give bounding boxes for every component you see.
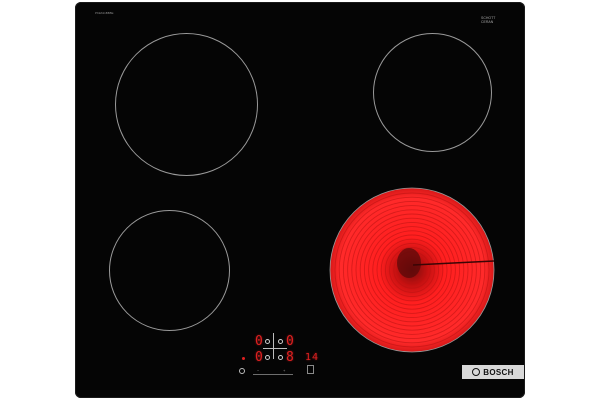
hot-zone-center-mark: [397, 248, 421, 278]
cooking-zone-rear-left: [115, 33, 258, 176]
timer-display: 14: [305, 352, 320, 363]
cooking-zone-rear-right: [373, 33, 492, 152]
zone-select-front-right[interactable]: [278, 355, 283, 360]
glass-marking-line2: CERAN: [481, 20, 494, 24]
brand-plate: BOSCH: [462, 365, 524, 379]
glass-marking: SCHOTT CERAN: [481, 16, 511, 24]
power-icon[interactable]: [239, 368, 245, 374]
bosch-logo-icon: [472, 368, 481, 376]
zone-select-front-left[interactable]: [265, 355, 270, 360]
model-label: PKE611BB8E: [95, 11, 114, 15]
slider-track[interactable]: [253, 374, 293, 375]
cooktop-glass: PKE611BB8E SCHOTT CERAN 0 0 0 8 14 − + B…: [75, 2, 525, 398]
cooking-zone-front-left: [109, 210, 230, 331]
timer-icon[interactable]: [307, 365, 314, 374]
cooking-zone-front-right-glowing: [329, 187, 495, 353]
brand-name: BOSCH: [483, 367, 514, 377]
display-front-right-level: 8: [286, 350, 295, 365]
zone-select-rear-right[interactable]: [278, 339, 283, 344]
minus-button[interactable]: −: [257, 368, 259, 373]
touch-control-panel: 0 0 0 8 14 − +: [235, 332, 335, 380]
zone-select-rear-left[interactable]: [265, 339, 270, 344]
display-front-left-level: 0: [255, 350, 264, 365]
panel-divider-vertical: [273, 333, 274, 359]
display-rear-left-level: 0: [255, 334, 264, 349]
panel-divider-horizontal: [263, 348, 287, 349]
display-rear-right-level: 0: [286, 334, 295, 349]
indicator-led: [242, 357, 245, 360]
plus-button[interactable]: +: [283, 368, 285, 373]
